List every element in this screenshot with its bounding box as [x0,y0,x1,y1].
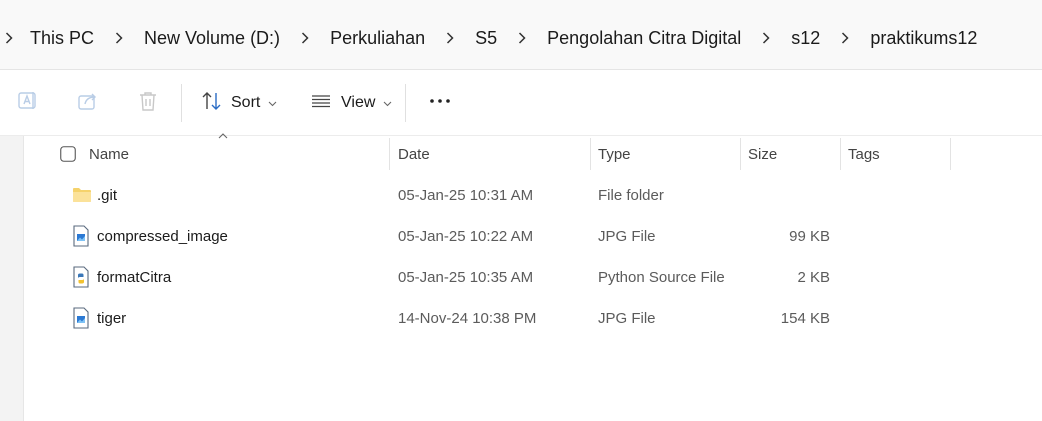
select-all-checkbox[interactable] [60,136,76,172]
chevron-right-icon[interactable] [114,32,124,44]
chevron-right-icon[interactable] [445,32,455,44]
chevron-right-icon[interactable] [4,32,14,44]
delete-button[interactable] [136,87,160,119]
file-date: 05-Jan-25 10:22 AM [398,227,534,245]
breadcrumb-item-current[interactable]: praktikums12 [866,26,981,51]
column-header: Name Date Type Size Tags [24,133,1042,172]
breadcrumb-item[interactable]: S5 [471,26,501,51]
column-divider[interactable] [590,138,591,170]
chevron-down-icon [268,94,277,112]
breadcrumb-item[interactable]: New Volume (D:) [140,26,284,51]
sort-icon [200,89,224,118]
column-name[interactable]: Name [89,136,129,172]
breadcrumb-item[interactable]: Pengolahan Citra Digital [543,26,745,51]
file-type: Python Source File [598,268,725,286]
view-list-icon [310,89,332,118]
more-icon [428,89,452,118]
image-file-icon [72,218,90,254]
chevron-right-icon[interactable] [840,32,850,44]
more-options-button[interactable] [428,87,452,119]
file-size: 154 KB [780,309,830,327]
column-divider[interactable] [740,138,741,170]
breadcrumb-item[interactable]: Perkuliahan [326,26,429,51]
file-type: JPG File [598,309,656,327]
file-name[interactable]: compressed_image [97,218,228,254]
file-row[interactable]: tiger 14-Nov-24 10:38 PM JPG File 154 KB [60,300,840,336]
file-name[interactable]: .git [97,177,117,213]
file-row[interactable]: .git 05-Jan-25 10:31 AM File folder [60,177,840,213]
sort-ascending-icon [218,130,228,142]
view-label: View [341,94,376,111]
column-divider[interactable] [840,138,841,170]
file-type: JPG File [598,227,656,245]
column-tags[interactable]: Tags [848,136,880,172]
chevron-right-icon[interactable] [761,32,771,44]
file-date: 14-Nov-24 10:38 PM [398,309,537,327]
file-name[interactable]: formatCitra [97,259,171,295]
file-size: 99 KB [789,227,830,245]
column-type[interactable]: Type [598,136,631,172]
column-divider[interactable] [389,138,390,170]
chevron-down-icon [383,94,392,112]
file-date: 05-Jan-25 10:31 AM [398,186,534,204]
file-size [750,177,830,213]
rename-button[interactable] [16,87,40,119]
file-date: 05-Jan-25 10:35 AM [398,268,534,286]
sort-button[interactable]: Sort [200,87,277,119]
chevron-right-icon[interactable] [300,32,310,44]
trash-icon [136,89,160,118]
command-bar: Sort View [0,70,1042,136]
folder-icon [72,177,92,213]
python-file-icon [72,259,90,295]
share-icon [76,89,100,118]
share-button[interactable] [76,87,100,119]
file-size: 2 KB [797,268,830,286]
toolbar-divider [405,84,406,122]
chevron-right-icon[interactable] [517,32,527,44]
file-row[interactable]: compressed_image 05-Jan-25 10:22 AM JPG … [60,218,840,254]
column-divider[interactable] [950,138,951,170]
file-type: File folder [598,186,664,204]
rename-icon [16,89,40,118]
file-row[interactable]: formatCitra 05-Jan-25 10:35 AM Python So… [60,259,840,295]
address-bar: This PC New Volume (D:) Perkuliahan S5 P… [0,0,1042,70]
image-file-icon [72,300,90,336]
toolbar-divider [181,84,182,122]
breadcrumb: This PC New Volume (D:) Perkuliahan S5 P… [0,22,981,54]
column-size[interactable]: Size [748,136,777,172]
navigation-pane[interactable] [0,136,24,421]
sort-label: Sort [231,94,261,111]
breadcrumb-item[interactable]: s12 [787,26,824,51]
breadcrumb-item[interactable]: This PC [26,26,98,51]
view-button[interactable]: View [310,87,392,119]
file-name[interactable]: tiger [97,300,126,336]
column-date[interactable]: Date [398,136,430,172]
